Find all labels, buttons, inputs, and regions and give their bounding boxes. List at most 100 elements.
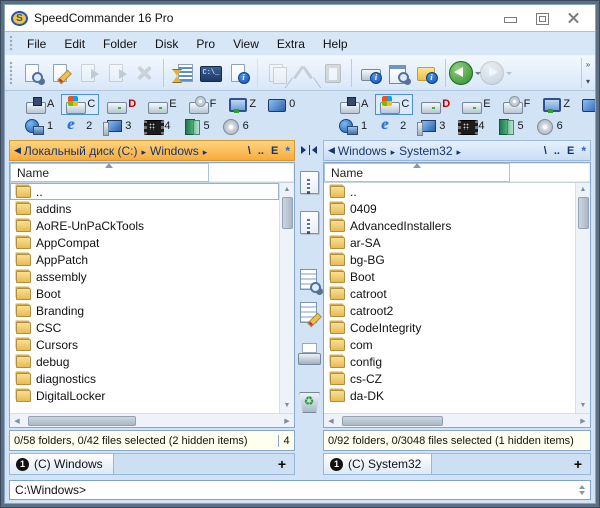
drive-f[interactable]: F xyxy=(498,94,535,115)
edit-middle-button[interactable] xyxy=(297,302,321,326)
Boot[interactable]: Boot xyxy=(10,285,279,302)
drive-c[interactable]: C xyxy=(61,94,99,115)
maximize-button[interactable] xyxy=(533,11,551,25)
folder-search-button[interactable] xyxy=(384,59,412,87)
right-horizontal-scrollbar[interactable]: ◀ ▶ xyxy=(324,413,590,427)
CSC[interactable]: CSC xyxy=(10,319,279,336)
job-list-button[interactable] xyxy=(163,59,196,87)
pack-button[interactable] xyxy=(297,171,321,195)
cs-CZ[interactable]: cs-CZ xyxy=(324,370,575,387)
shortcut-4-memory[interactable]: 4 xyxy=(452,116,488,137)
..[interactable]: .. xyxy=(324,183,575,200)
shortcut-2-internet[interactable]: 2 xyxy=(374,116,410,137)
scrollbar-thumb[interactable] xyxy=(28,416,136,426)
debug[interactable]: debug xyxy=(10,353,279,370)
ar-SA[interactable]: ar-SA xyxy=(324,234,575,251)
drive-d[interactable]: D xyxy=(416,94,454,115)
menu-item[interactable]: View xyxy=(224,34,268,54)
right-tab[interactable]: 1 (C) System32 xyxy=(324,454,432,474)
scroll-up-icon[interactable]: ▲ xyxy=(280,183,294,197)
shortcut-3-computer[interactable]: 3 xyxy=(413,116,449,137)
scrollbar-thumb[interactable] xyxy=(342,416,443,426)
title-bar[interactable]: S SpeedCommander 16 Pro xyxy=(5,5,595,31)
file-info-button[interactable] xyxy=(224,59,252,87)
copy-button[interactable] xyxy=(257,59,290,87)
scroll-up-icon[interactable]: ▲ xyxy=(576,183,590,197)
shortcut-5-library[interactable]: 5 xyxy=(492,116,528,137)
catroot[interactable]: catroot xyxy=(324,285,575,302)
assembly[interactable]: assembly xyxy=(10,268,279,285)
menu-item[interactable]: File xyxy=(18,34,55,54)
column-header-name[interactable]: Name xyxy=(10,163,209,182)
left-vertical-scrollbar[interactable]: ▲ ▼ xyxy=(279,183,294,413)
spin-down-icon[interactable] xyxy=(579,491,585,495)
drive-a[interactable]: A xyxy=(335,94,372,115)
quick-view-middle-button[interactable] xyxy=(297,269,321,293)
command-line-input[interactable]: C:\Windows> xyxy=(9,480,591,500)
scroll-left-icon[interactable]: ◀ xyxy=(10,417,24,425)
breadcrumb-back-icon[interactable]: ◀ xyxy=(328,145,335,156)
drive-a[interactable]: A xyxy=(21,94,58,115)
move-to-folder-button[interactable] xyxy=(102,59,130,87)
drive-c[interactable]: C xyxy=(375,94,413,115)
AdvancedInstallers[interactable]: AdvancedInstallers xyxy=(324,217,575,234)
breadcrumb-segment[interactable]: System32 xyxy=(399,144,465,158)
shortcut-1-network[interactable]: 1 xyxy=(335,116,371,137)
folder-info-button[interactable] xyxy=(412,59,440,87)
da-DK[interactable]: da-DK xyxy=(324,387,575,404)
menu-item[interactable]: Pro xyxy=(187,34,224,54)
drive-e[interactable]: E xyxy=(143,94,180,115)
CodeIntegrity[interactable]: CodeIntegrity xyxy=(324,319,575,336)
right-vertical-scrollbar[interactable]: ▲ ▼ xyxy=(575,183,590,413)
drive-info-button[interactable] xyxy=(351,59,384,87)
unpack-button[interactable] xyxy=(297,211,321,235)
drive-d[interactable]: D xyxy=(102,94,140,115)
scroll-down-icon[interactable]: ▼ xyxy=(280,399,294,413)
favorites-button[interactable]: * xyxy=(285,146,290,156)
shortcut-4-memory[interactable]: 4 xyxy=(138,116,174,137)
Cursors[interactable]: Cursors xyxy=(10,336,279,353)
goto-root-button[interactable]: \ xyxy=(248,146,251,156)
shortcut-5-library[interactable]: 5 xyxy=(178,116,214,137)
minimize-button[interactable] xyxy=(501,11,519,25)
forward-button[interactable] xyxy=(479,59,513,87)
menu-item[interactable]: Folder xyxy=(94,34,146,54)
Branding[interactable]: Branding xyxy=(10,302,279,319)
menu-item[interactable]: Disk xyxy=(146,34,187,54)
drive-z[interactable]: Z xyxy=(223,94,260,115)
recycle-bin-button[interactable] xyxy=(297,390,321,414)
left-tab[interactable]: 1 (C) Windows xyxy=(10,454,114,474)
toolbar-grip[interactable] xyxy=(9,61,15,85)
com[interactable]: com xyxy=(324,336,575,353)
goto-root-button[interactable]: \ xyxy=(544,146,547,156)
folder-tree-button[interactable]: Ε xyxy=(567,146,574,156)
menubar-grip[interactable] xyxy=(9,35,15,51)
shortcut-2-internet[interactable]: 2 xyxy=(60,116,96,137)
menu-item[interactable]: Edit xyxy=(55,34,94,54)
shortcut-6-cd[interactable]: 6 xyxy=(531,116,567,137)
drive-z[interactable]: Z xyxy=(537,94,574,115)
scroll-right-icon[interactable]: ▶ xyxy=(280,417,294,425)
scroll-down-icon[interactable]: ▼ xyxy=(576,399,590,413)
print-button[interactable] xyxy=(297,343,321,367)
breadcrumb-back-icon[interactable]: ◀ xyxy=(14,145,21,156)
drive-e[interactable]: E xyxy=(457,94,494,115)
breadcrumb-segment[interactable]: Windows xyxy=(150,144,211,158)
..[interactable]: .. xyxy=(10,183,279,200)
left-pane-breadcrumb[interactable]: ◀ Локальный диск (C:)Windows \..Ε* xyxy=(9,140,295,161)
breadcrumb-segment[interactable]: Локальный диск (C:) xyxy=(24,144,150,158)
delete-button[interactable] xyxy=(130,59,158,87)
menu-item[interactable]: Extra xyxy=(268,34,314,54)
goto-parent-button[interactable]: .. xyxy=(554,146,560,156)
shortcut-6-cd[interactable]: 6 xyxy=(217,116,253,137)
AoRE-UnPaCkTools[interactable]: AoRE-UnPaCkTools xyxy=(10,217,279,234)
new-tab-button[interactable]: + xyxy=(270,454,294,474)
right-pane-breadcrumb[interactable]: ◀ WindowsSystem32 \..Ε* xyxy=(323,140,591,161)
DigitalLocker[interactable]: DigitalLocker xyxy=(10,387,279,404)
close-button[interactable] xyxy=(565,11,583,25)
paste-button[interactable] xyxy=(318,59,346,87)
copy-to-folder-button[interactable] xyxy=(74,59,102,87)
drive-f[interactable]: F xyxy=(184,94,221,115)
command-prompt-button[interactable] xyxy=(196,59,224,87)
addins[interactable]: addins xyxy=(10,200,279,217)
